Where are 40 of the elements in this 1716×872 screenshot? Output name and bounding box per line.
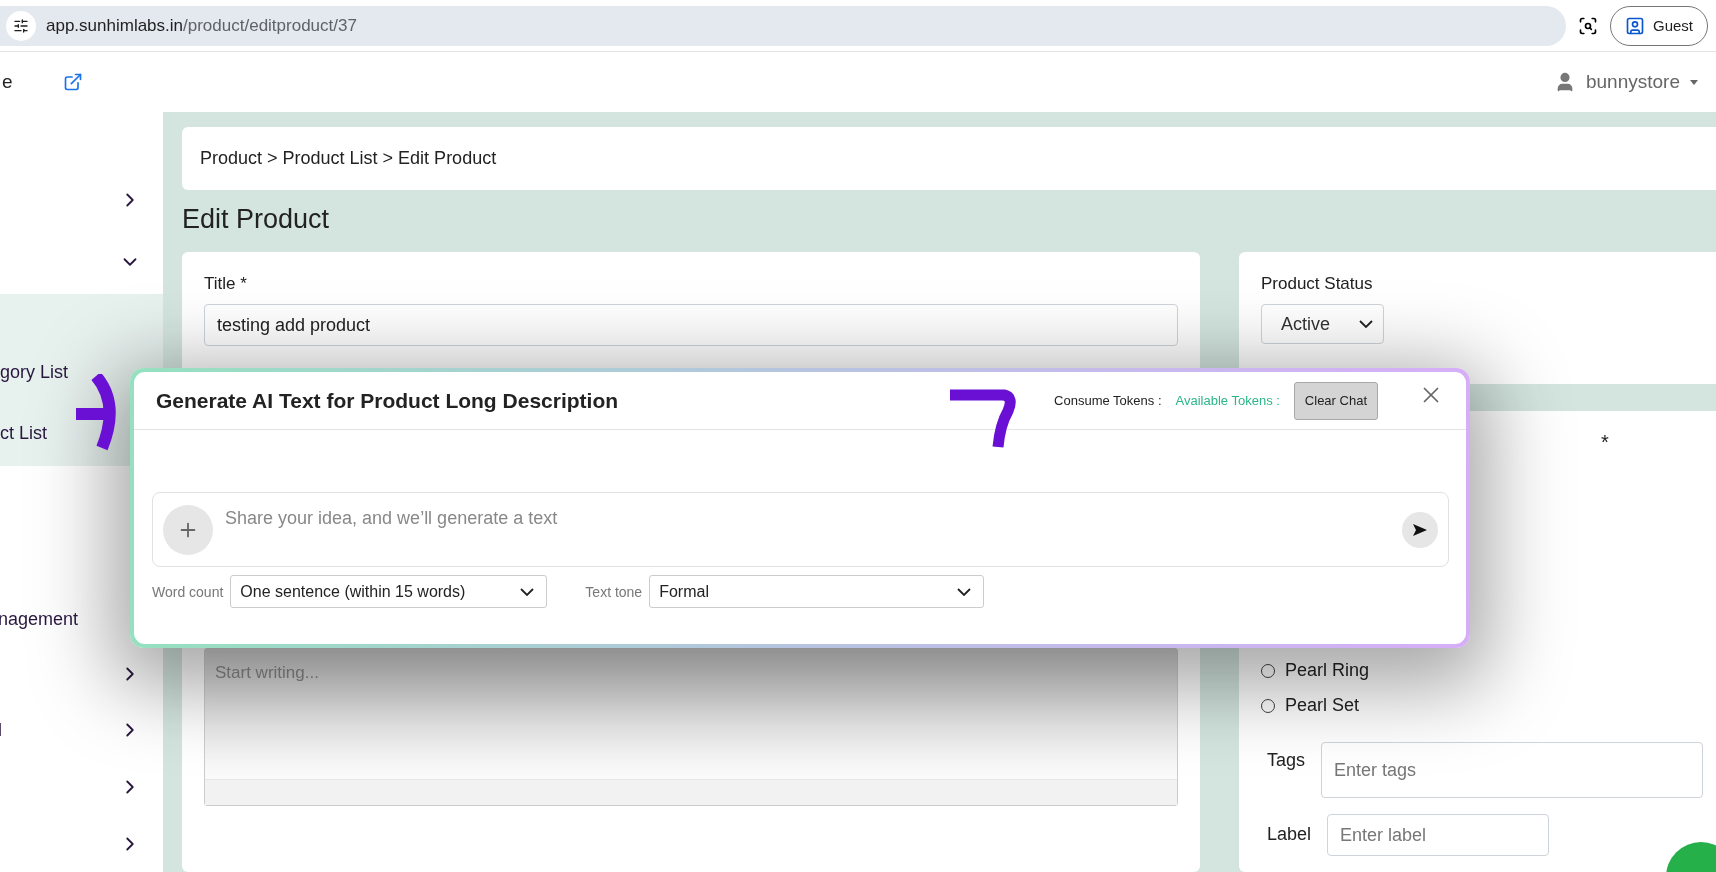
title-input[interactable]: testing add product	[204, 304, 1178, 346]
dialog-title: Generate AI Text for Product Long Description	[156, 388, 620, 413]
word-count-select[interactable]: One sentence (within 15 words)	[230, 575, 548, 608]
profile-icon	[1624, 15, 1645, 36]
breadcrumb-text: Product > Product List > Edit Product	[200, 148, 497, 169]
field-label: Tags	[1267, 750, 1306, 771]
site-settings-icon[interactable]	[6, 10, 36, 41]
page-title: Edit Product	[182, 204, 331, 235]
external-link-icon[interactable]	[62, 72, 83, 92]
chevron-down-icon	[1359, 320, 1373, 328]
header-label: e	[2, 71, 13, 93]
sidebar-item[interactable]: nagement	[0, 609, 79, 631]
text-tone-select[interactable]: Formal	[649, 575, 985, 608]
chevron-down-icon	[957, 587, 972, 596]
user-menu[interactable]: bunnystore	[1548, 70, 1704, 94]
send-icon	[1412, 522, 1428, 537]
address-bar[interactable]: app.sunhimlabs.in/product/editproduct/37	[0, 5, 1566, 46]
lens-icon[interactable]	[1577, 15, 1598, 36]
sidebar-item[interactable]: l	[0, 719, 2, 741]
url-text: app.sunhimlabs.in/product/editproduct/37	[46, 15, 357, 36]
prompt-field[interactable]: Share your idea, and we’ll generate a text	[152, 492, 1449, 567]
field-label: Label	[1267, 824, 1312, 845]
field-label: Product Status	[1261, 274, 1374, 294]
option-label: Word count	[152, 583, 224, 600]
send-button[interactable]	[1402, 511, 1438, 548]
radio-option[interactable]: Pearl Set	[1261, 695, 1716, 716]
add-button[interactable]	[163, 504, 213, 555]
clear-chat-button[interactable]: Clear Chat	[1293, 381, 1378, 420]
available-tokens-label: Available Tokens :	[1175, 393, 1280, 408]
field-label: *	[1601, 431, 1610, 454]
chevron-down-icon	[520, 587, 535, 596]
radio-option[interactable]: Pearl Ring	[1261, 660, 1716, 681]
editor-placeholder: Start writing...	[214, 662, 320, 684]
option-label: Text tone	[585, 583, 643, 600]
field-label: Title *	[204, 274, 248, 294]
consume-tokens-label: Consume Tokens :	[1054, 393, 1162, 408]
status-select[interactable]: Active	[1261, 304, 1384, 344]
label-input[interactable]: Enter label	[1327, 814, 1550, 856]
profile-button[interactable]: Guest	[1609, 5, 1708, 46]
tags-input[interactable]: Enter tags	[1321, 742, 1704, 798]
